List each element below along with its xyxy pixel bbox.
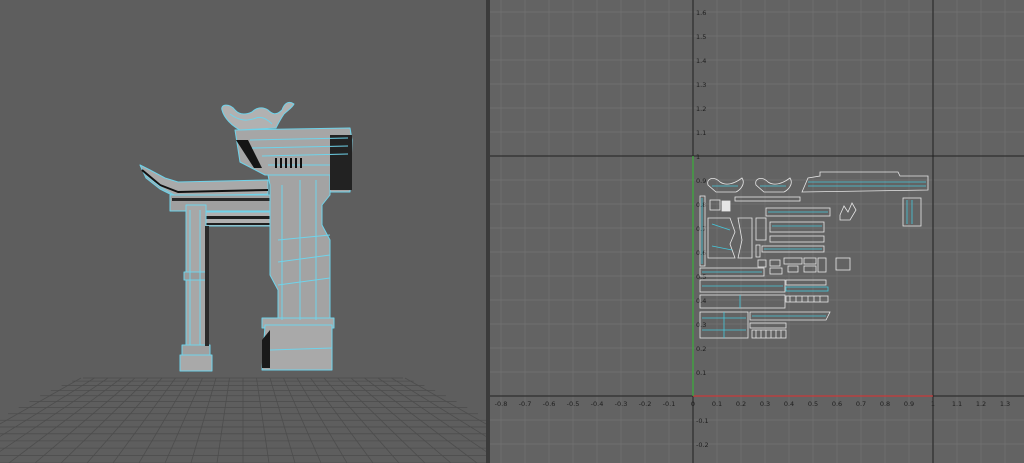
- u-tick-label: -0.7: [519, 400, 532, 408]
- u-tick-labels: -0.8 -0.7 -0.6 -0.5 -0.4 -0.3 -0.2 -0.1 0 0.1 0.2 0…: [495, 400, 1011, 408]
- uv-grid: [490, 0, 1024, 463]
- v-tick-label: 0.4: [696, 297, 706, 305]
- u-tick-label: 0.7: [856, 400, 866, 408]
- u-tick-label: 0.1: [712, 400, 722, 408]
- v-tick-label: 1.2: [696, 105, 706, 113]
- u-tick-label: 0.9: [904, 400, 914, 408]
- u-tick-label: 1.2: [976, 400, 986, 408]
- v-tick-label: 0.2: [696, 345, 706, 353]
- v-tick-label: 0.1: [696, 369, 706, 377]
- u-tick-label: 1: [931, 400, 935, 408]
- v-tick-label: 0.3: [696, 321, 706, 329]
- perspective-canvas[interactable]: [0, 0, 486, 463]
- v-tick-label: 1.4: [696, 57, 706, 65]
- u-tick-label: 1.1: [952, 400, 962, 408]
- uv-shells[interactable]: [699, 171, 929, 339]
- u-tick-label: -0.8: [495, 400, 508, 408]
- v-tick-label: -0.1: [696, 417, 709, 425]
- u-tick-label: 1.3: [1000, 400, 1010, 408]
- v-tick-label: 1.5: [696, 33, 706, 41]
- v-tick-label: 1.3: [696, 81, 706, 89]
- u-tick-label: 0: [691, 400, 695, 408]
- v-tick-label: 1.6: [696, 9, 706, 17]
- ground-grid: [0, 377, 486, 463]
- u-tick-label: 0.5: [808, 400, 818, 408]
- v-tick-label: 0.9: [696, 177, 706, 185]
- v-tick-label: -0.2: [696, 441, 709, 449]
- v-tick-label: 1.1: [696, 129, 706, 137]
- right-pillar: [264, 159, 331, 321]
- u-tick-label: 0.8: [880, 400, 890, 408]
- uv-axes: [490, 0, 1024, 463]
- v-tick-label: 1: [696, 153, 700, 161]
- perspective-viewport[interactable]: [0, 0, 486, 463]
- u-tick-label: -0.4: [591, 400, 604, 408]
- left-column: [185, 204, 207, 276]
- u-tick-label: -0.2: [639, 400, 652, 408]
- u-tick-label: 0.6: [832, 400, 842, 408]
- gate-model[interactable]: [139, 101, 353, 372]
- u-tick-label: -0.5: [567, 400, 580, 408]
- u-tick-label: -0.3: [615, 400, 628, 408]
- u-tick-label: 0.4: [784, 400, 794, 408]
- uv-editor-viewport[interactable]: -0.8 -0.7 -0.6 -0.5 -0.4 -0.3 -0.2 -0.1 0 0.1 0.2 0…: [490, 0, 1024, 463]
- uv-canvas[interactable]: -0.8 -0.7 -0.6 -0.5 -0.4 -0.3 -0.2 -0.1 0 0.1 0.2 0…: [490, 0, 1024, 463]
- maya-workspace: -0.8 -0.7 -0.6 -0.5 -0.4 -0.3 -0.2 -0.1 0 0.1 0.2 0…: [0, 0, 1024, 463]
- u-tick-label: 0.2: [736, 400, 746, 408]
- u-tick-label: -0.1: [663, 400, 676, 408]
- u-tick-label: -0.6: [543, 400, 556, 408]
- u-tick-label: 0.3: [760, 400, 770, 408]
